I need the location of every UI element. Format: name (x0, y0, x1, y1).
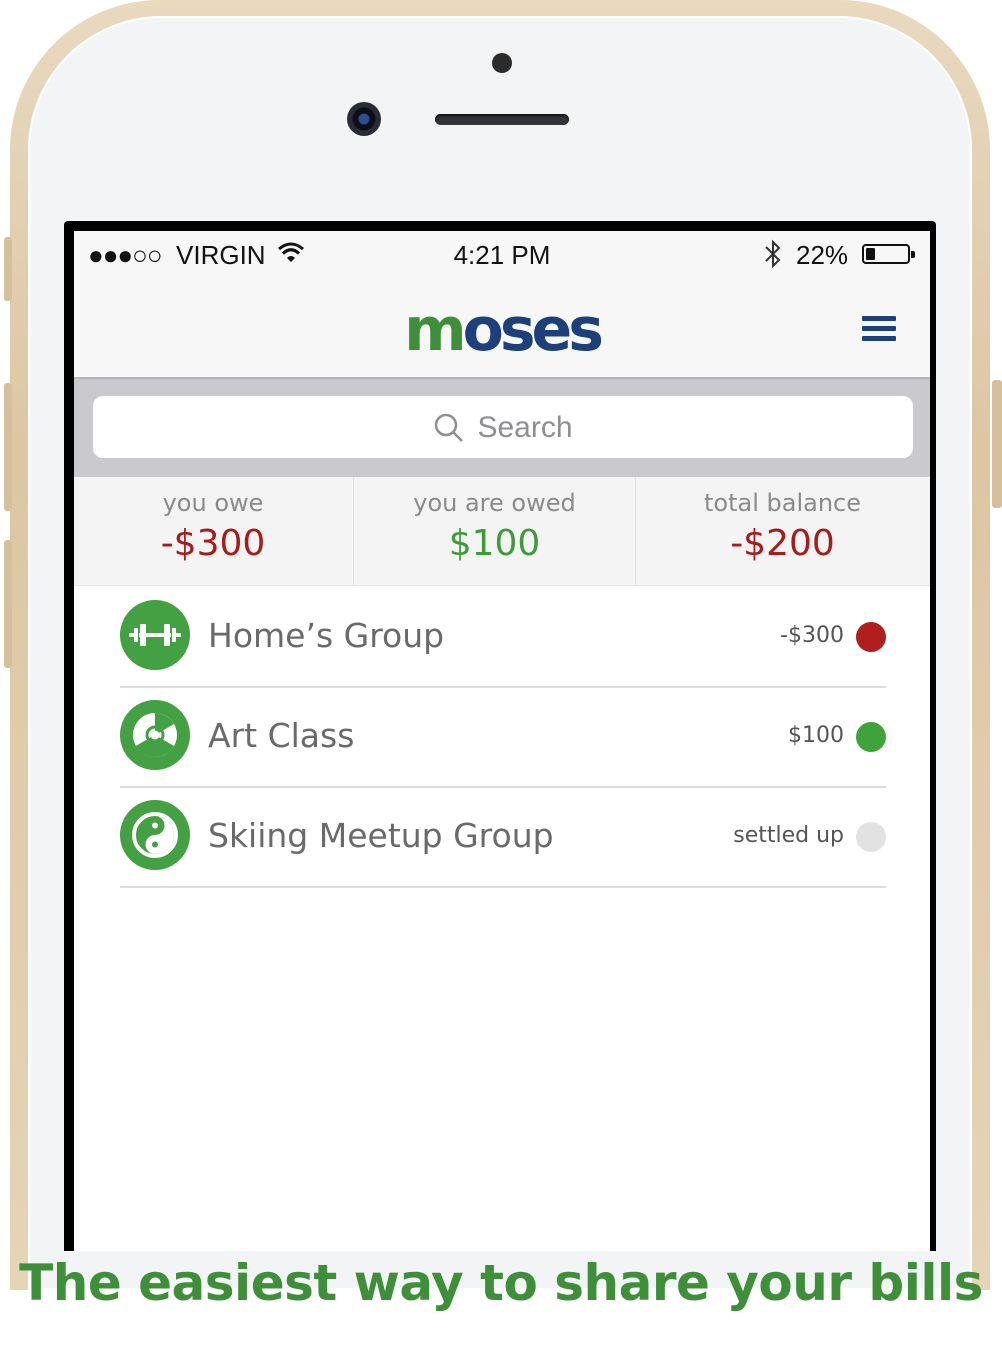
search-placeholder: Search (477, 411, 573, 445)
logo-part-green: m (404, 295, 466, 365)
group-list: Home’s Group -$300 Art Class $100 Skiing… (74, 586, 930, 1251)
group-row-art-class[interactable]: Art Class $100 (120, 686, 886, 788)
logo-part-blue: oses (462, 295, 604, 365)
balance-summary: you owe -$300 you are owed $100 total ba… (74, 477, 930, 586)
menu-bar-bottom (862, 336, 896, 341)
hamburger-menu-icon[interactable] (862, 316, 896, 342)
you-owe-value: -$300 (160, 523, 266, 564)
you-are-owed-label: you are owed (413, 489, 576, 517)
status-dot (856, 622, 886, 652)
nav-bar: moses (74, 281, 930, 379)
battery-nub (911, 251, 915, 258)
battery-percent: 22% (796, 240, 849, 270)
you-are-owed-section[interactable]: you are owed $100 (353, 477, 636, 585)
search-bar-container: Search (74, 379, 930, 477)
status-bar: ●●●○○ VIRGIN 4:21 PM 22% (74, 231, 930, 281)
group-name: Home’s Group (208, 616, 445, 655)
group-balance: settled up (733, 823, 844, 848)
tagline: The easiest way to share your bills (19, 1254, 983, 1312)
group-balance: $100 (788, 723, 844, 748)
dumbbell-icon (120, 600, 190, 670)
front-camera (347, 102, 381, 136)
group-row-skiing-meetup-group[interactable]: Skiing Meetup Group settled up (120, 786, 886, 888)
status-dot (856, 822, 886, 852)
volume-up-button (4, 383, 12, 511)
you-owe-section[interactable]: you owe -$300 (74, 477, 352, 585)
menu-bar-top (862, 316, 896, 321)
search-icon (435, 413, 464, 442)
moses-logo: moses (74, 285, 930, 375)
battery-icon (862, 244, 915, 264)
battery-level (866, 248, 875, 260)
group-name: Skiing Meetup Group (208, 816, 554, 855)
you-owe-label: you owe (162, 489, 264, 517)
group-row-homes-group[interactable]: Home’s Group -$300 (120, 586, 886, 688)
power-button (992, 380, 1002, 508)
you-are-owed-value: $100 (448, 523, 541, 564)
app-screen: ●●●○○ VIRGIN 4:21 PM 22% moses Search yo… (74, 231, 930, 1251)
search-input[interactable]: Search (93, 396, 913, 458)
bluetooth-icon (762, 239, 784, 276)
total-balance-section[interactable]: total balance -$200 (635, 477, 930, 585)
radiation-icon (120, 700, 190, 770)
mute-switch (4, 237, 12, 301)
earpiece-speaker (435, 114, 569, 125)
total-balance-value: -$200 (730, 523, 835, 564)
volume-down-button (4, 540, 12, 668)
status-dot (856, 722, 886, 752)
proximity-sensor (492, 53, 512, 73)
menu-bar-middle (862, 326, 896, 331)
group-name: Art Class (208, 716, 355, 755)
group-balance: -$300 (780, 623, 844, 648)
total-balance-label: total balance (704, 489, 861, 517)
yin-yang-icon (120, 800, 190, 870)
